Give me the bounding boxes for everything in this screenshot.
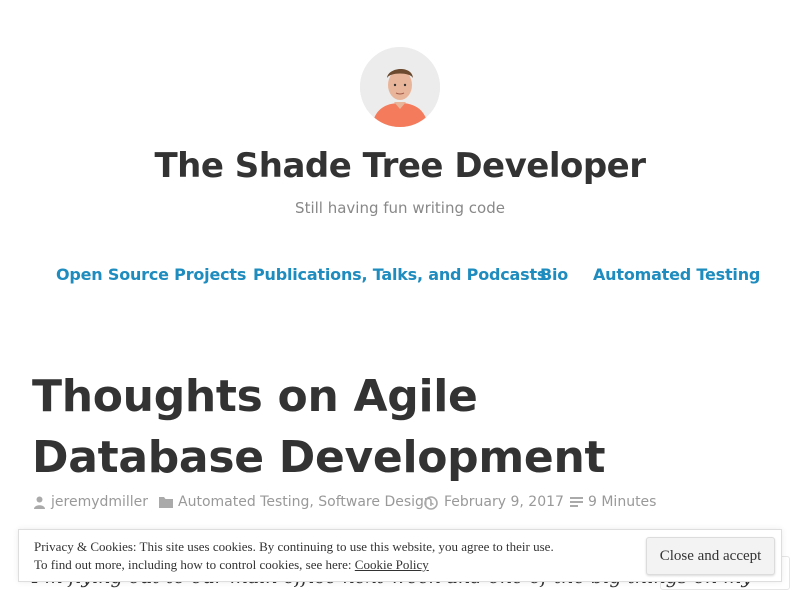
post-title-line2: Database Development: [32, 432, 606, 483]
cookie-notice-line2-prefix: To find out more, including how to contr…: [34, 557, 355, 572]
cookie-policy-link[interactable]: Cookie Policy: [355, 557, 429, 572]
post-categories[interactable]: Automated Testing, Software Design: [178, 494, 433, 510]
nav-item-automated-testing[interactable]: Automated Testing: [593, 265, 760, 284]
nav-item-publications-talks-podcasts[interactable]: Publications, Talks, and Podcasts: [253, 265, 546, 284]
cookie-notice-line1: Privacy & Cookies: This site uses cookie…: [34, 539, 554, 554]
post-title[interactable]: Thoughts on Agile Database Development: [32, 366, 732, 488]
cookie-notice-text: Privacy & Cookies: This site uses cookie…: [34, 538, 554, 574]
post-reading-time: 9 Minutes: [588, 494, 657, 510]
text-lines-icon: [570, 497, 583, 507]
cookie-notice-line2: To find out more, including how to contr…: [34, 556, 554, 574]
post-title-line1: Thoughts on Agile: [32, 371, 478, 422]
cookie-consent-banner: Privacy & Cookies: This site uses cookie…: [18, 529, 782, 582]
user-icon: [34, 496, 45, 509]
nav-item-bio[interactable]: Bio: [540, 265, 568, 284]
site-avatar[interactable]: [360, 47, 440, 127]
site-title[interactable]: The Shade Tree Developer: [0, 146, 800, 186]
post-author[interactable]: jeremydmiller: [51, 494, 148, 510]
close-and-accept-button[interactable]: Close and accept: [646, 537, 775, 575]
clock-icon: [424, 496, 438, 510]
site-tagline: Still having fun writing code: [295, 199, 505, 217]
folder-icon: [159, 497, 173, 508]
nav-item-open-source-projects[interactable]: Open Source Projects: [56, 265, 246, 284]
post-date[interactable]: February 9, 2017: [444, 494, 564, 510]
